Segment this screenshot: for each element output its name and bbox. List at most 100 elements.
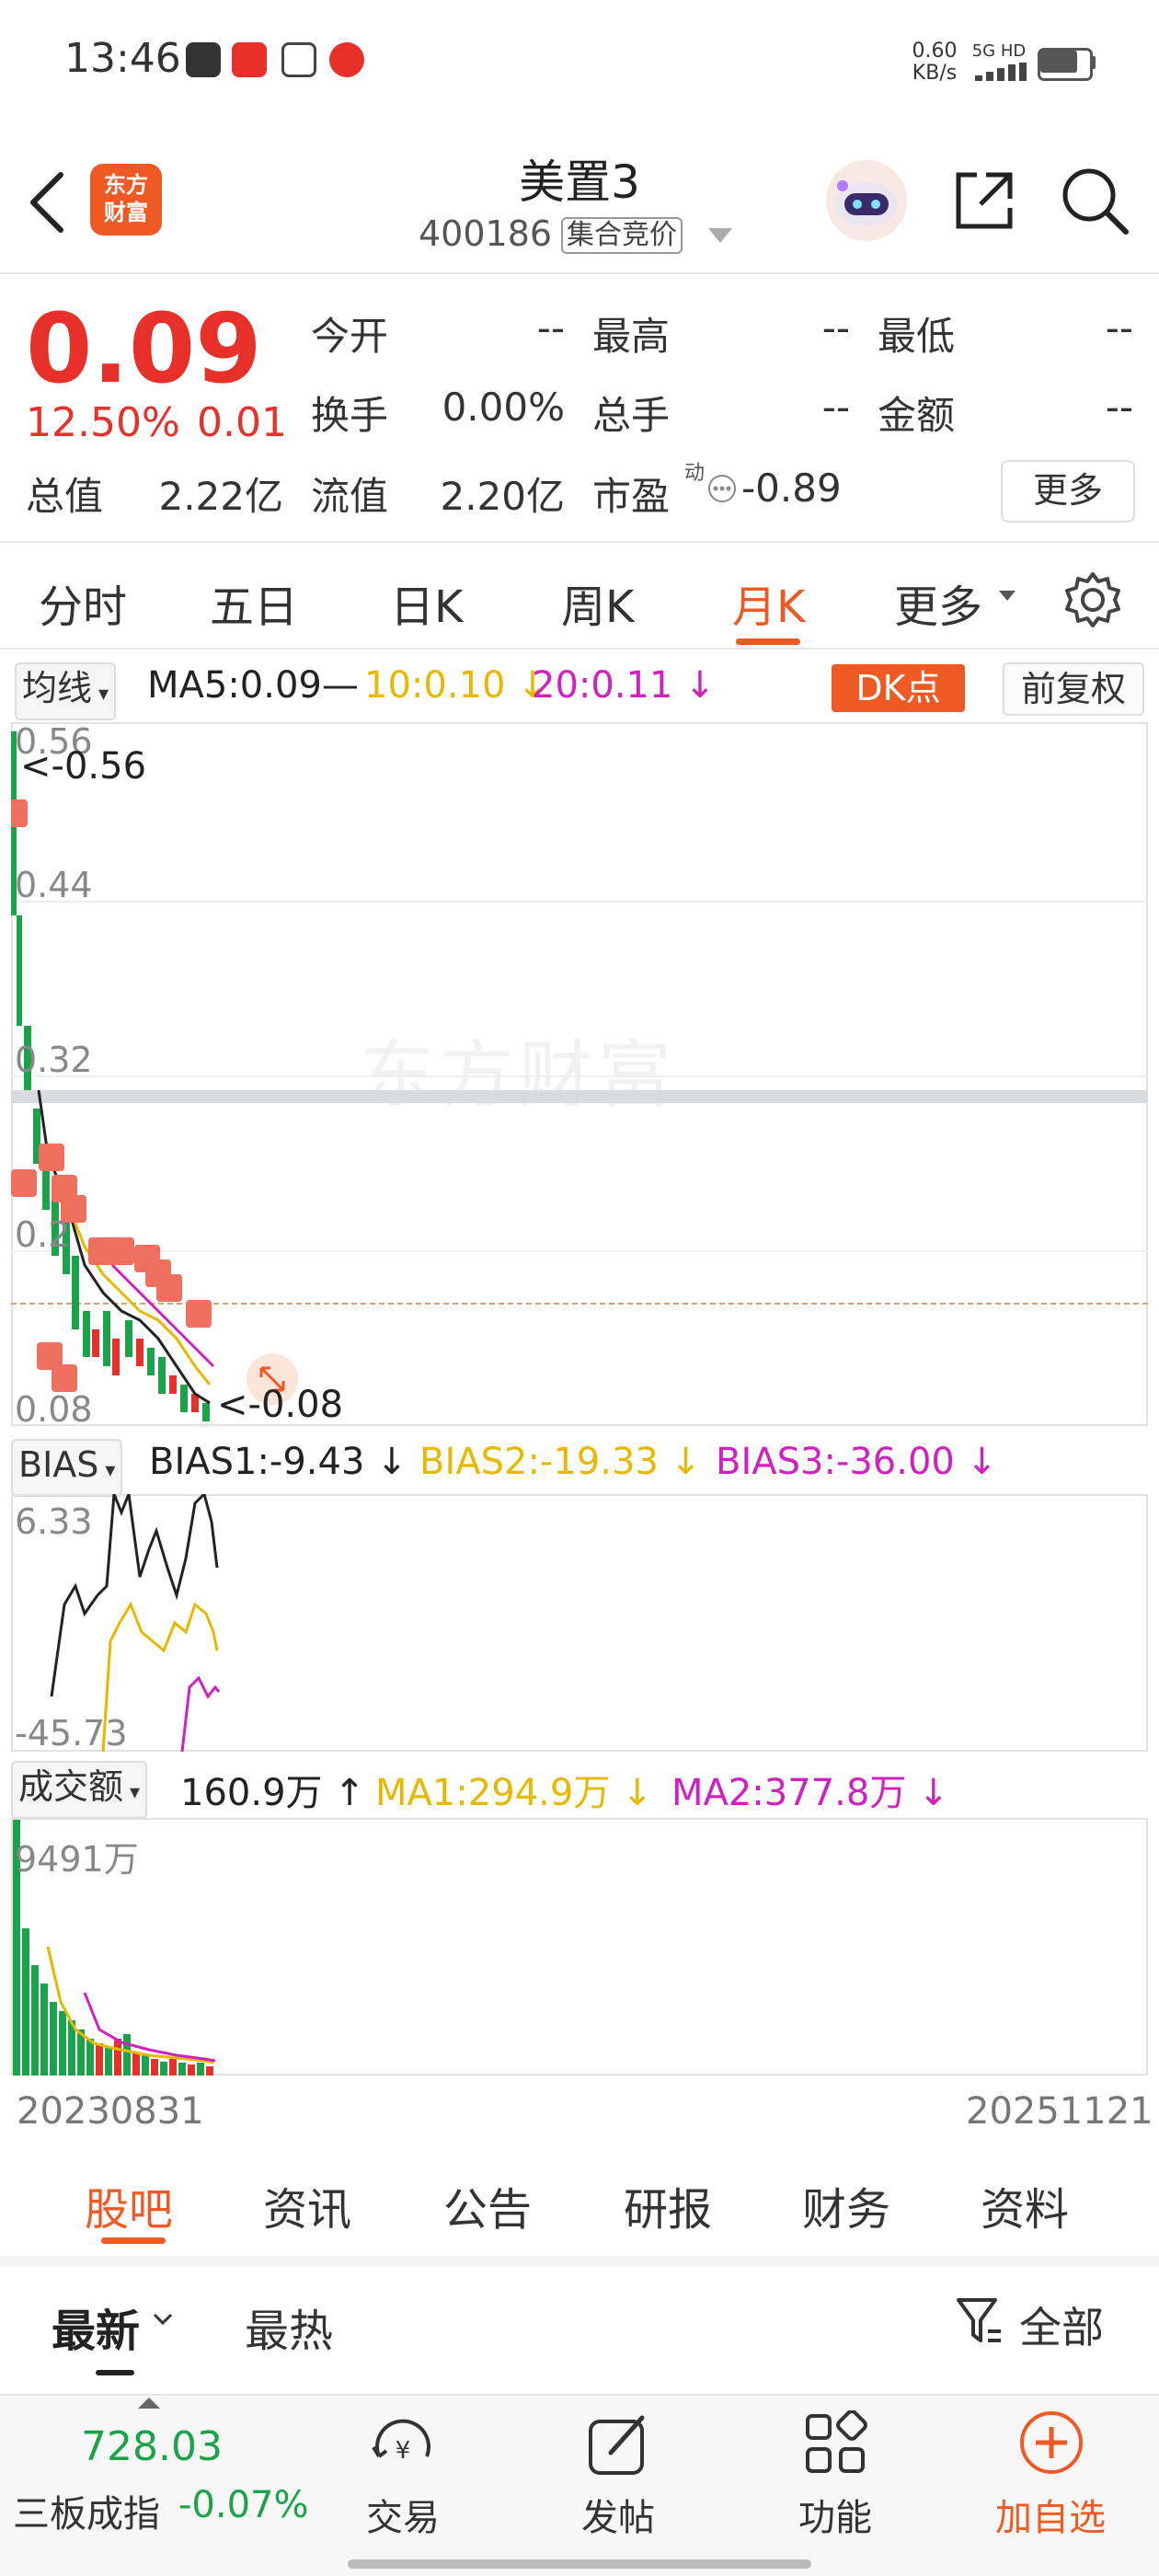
tab-more[interactable]: 更多 bbox=[894, 570, 982, 635]
nav-add-watchlist[interactable]: 加自选 bbox=[968, 2488, 1133, 2541]
ma10-legend: 10:0.10 ↓ bbox=[364, 664, 548, 707]
chevron-down-icon[interactable] bbox=[153, 2313, 173, 2326]
bias-svg bbox=[50, 1494, 221, 1752]
svg-text:¥: ¥ bbox=[396, 2437, 411, 2465]
index-change: -0.07% bbox=[178, 2484, 309, 2526]
tabs-divider bbox=[0, 648, 1159, 650]
toutiao-icon bbox=[232, 42, 267, 77]
trade-icon[interactable]: ¥ bbox=[366, 2414, 440, 2484]
ma20-legend: 20:0.11 ↓ bbox=[532, 664, 716, 707]
pe-label: 市盈 bbox=[592, 474, 671, 519]
bias-y-bottom: -45.73 bbox=[15, 1713, 128, 1754]
bias-select[interactable]: BIAS ▾ bbox=[11, 1439, 123, 1497]
nav-trade[interactable]: 交易 bbox=[320, 2488, 486, 2541]
tab-announcement[interactable]: 公告 bbox=[443, 2173, 532, 2237]
nav-post[interactable]: 发帖 bbox=[535, 2488, 701, 2541]
battery-tip bbox=[1091, 56, 1096, 69]
change-amount: 0.01 bbox=[197, 399, 287, 446]
more-quote-button[interactable]: 更多 bbox=[1001, 460, 1135, 523]
bias3-legend: BIAS3:-36.00 ↓ bbox=[716, 1441, 998, 1483]
low-label: 最低 bbox=[878, 314, 956, 359]
indicator-select[interactable]: 均线 ▾ bbox=[15, 662, 117, 720]
header-divider bbox=[0, 272, 1159, 274]
current-price: 0.09 bbox=[26, 293, 262, 405]
ma5-legend: MA5:0.09— bbox=[147, 664, 359, 707]
dk-point-button[interactable]: DK点 bbox=[832, 664, 965, 712]
bias-y-top: 6.33 bbox=[15, 1501, 93, 1542]
sort-latest[interactable]: 最新 bbox=[52, 2294, 140, 2359]
chevron-up-icon[interactable] bbox=[138, 2398, 160, 2409]
total-value: 2.22亿 bbox=[158, 474, 283, 519]
sort-latest-underline bbox=[96, 2370, 134, 2375]
tab-daily-k[interactable]: 日K bbox=[390, 570, 463, 635]
network-type: 5G HD bbox=[971, 41, 1027, 61]
open-value: -- bbox=[536, 305, 565, 351]
sort-hot[interactable]: 最热 bbox=[245, 2294, 333, 2359]
bidding-badge[interactable]: 集合竞价 bbox=[561, 217, 683, 254]
tab-finance[interactable]: 财务 bbox=[802, 2173, 890, 2237]
bias2-legend: BIAS2:-19.33 ↓ bbox=[419, 1441, 702, 1483]
y-label-bottom: 0.08 bbox=[15, 1389, 93, 1430]
amount-label: 金额 bbox=[878, 393, 956, 438]
total-value-label: 总值 bbox=[26, 474, 104, 519]
stock-title: 美置3 bbox=[519, 155, 640, 209]
gear-icon[interactable] bbox=[1063, 570, 1122, 629]
tab-weekly-k[interactable]: 周K bbox=[561, 570, 634, 635]
bottom-nav bbox=[0, 2394, 1159, 2576]
tab-news[interactable]: 资讯 bbox=[263, 2173, 351, 2237]
volume-ma1-legend: MA1:294.9万 ↓ bbox=[375, 1772, 653, 1814]
index-name[interactable]: 三板成指 bbox=[13, 2484, 160, 2537]
date-start: 20230831 bbox=[17, 2090, 204, 2133]
chevron-down-icon[interactable] bbox=[999, 591, 1016, 602]
pe-superscript: 动 bbox=[684, 462, 706, 485]
net-speed-unit: KB/s bbox=[912, 62, 958, 85]
tab-profile[interactable]: 资料 bbox=[981, 2173, 1069, 2237]
robot-assistant-icon[interactable] bbox=[824, 158, 909, 243]
volume-select[interactable]: 成交额 ▾ bbox=[11, 1761, 148, 1819]
home-indicator[interactable] bbox=[348, 2559, 811, 2569]
index-value[interactable]: 728.03 bbox=[81, 2423, 223, 2470]
filter-icon[interactable] bbox=[955, 2294, 1003, 2348]
nav-function[interactable]: 功能 bbox=[752, 2488, 918, 2541]
high-value: -- bbox=[821, 305, 850, 351]
section-separator bbox=[0, 2256, 1159, 2267]
total-hand-value: -- bbox=[821, 385, 850, 430]
filter-all[interactable]: 全部 bbox=[1019, 2294, 1104, 2355]
float-value-label: 流值 bbox=[311, 474, 389, 519]
volume-select-label: 成交额 bbox=[18, 1766, 124, 1807]
function-grid-icon[interactable] bbox=[802, 2410, 868, 2477]
bias3-line bbox=[180, 1675, 221, 1752]
gift-icon bbox=[329, 42, 364, 77]
back-icon[interactable] bbox=[26, 169, 66, 236]
volume-ma2-line bbox=[83, 1992, 216, 2063]
chevron-down-icon: ▾ bbox=[123, 1781, 141, 1804]
add-watchlist-icon[interactable] bbox=[1017, 2409, 1085, 2477]
tab-monthly-k[interactable]: 月K bbox=[732, 570, 805, 635]
signal-icon bbox=[975, 63, 1027, 81]
share-icon[interactable] bbox=[949, 166, 1019, 236]
chevron-down-icon: ▾ bbox=[92, 683, 109, 706]
volume-value-legend: 160.9万 ↑ bbox=[180, 1772, 365, 1814]
turnover-value: 0.00% bbox=[442, 385, 565, 430]
status-time: 13:46 bbox=[64, 35, 181, 82]
grid-lines bbox=[11, 901, 1148, 1252]
bias1-legend: BIAS1:-9.43 ↓ bbox=[149, 1441, 407, 1483]
tab-intraday[interactable]: 分时 bbox=[39, 570, 127, 635]
logo-line1: 东方 bbox=[104, 172, 148, 198]
forward-adjust-button[interactable]: 前复权 bbox=[1003, 662, 1144, 716]
post-icon[interactable] bbox=[585, 2410, 651, 2480]
date-end: 20251121 bbox=[966, 2090, 1153, 2133]
chevron-down-icon[interactable] bbox=[708, 228, 732, 245]
tab-five-day[interactable]: 五日 bbox=[210, 570, 298, 635]
more-dots-icon[interactable] bbox=[706, 473, 738, 504]
forum-tab-underline bbox=[101, 2237, 166, 2244]
search-icon[interactable] bbox=[1058, 164, 1131, 237]
tab-forum[interactable]: 股吧 bbox=[85, 2173, 173, 2237]
volume-y-top: 9491万 bbox=[15, 1839, 139, 1880]
open-label: 今开 bbox=[311, 314, 389, 359]
tab-research[interactable]: 研报 bbox=[624, 2173, 712, 2237]
kline-svg bbox=[11, 731, 1148, 1421]
chevron-down-icon: ▾ bbox=[98, 1459, 116, 1482]
eastmoney-logo: 东方 财富 bbox=[90, 164, 162, 236]
net-speed-value: 0.60 bbox=[912, 40, 958, 63]
